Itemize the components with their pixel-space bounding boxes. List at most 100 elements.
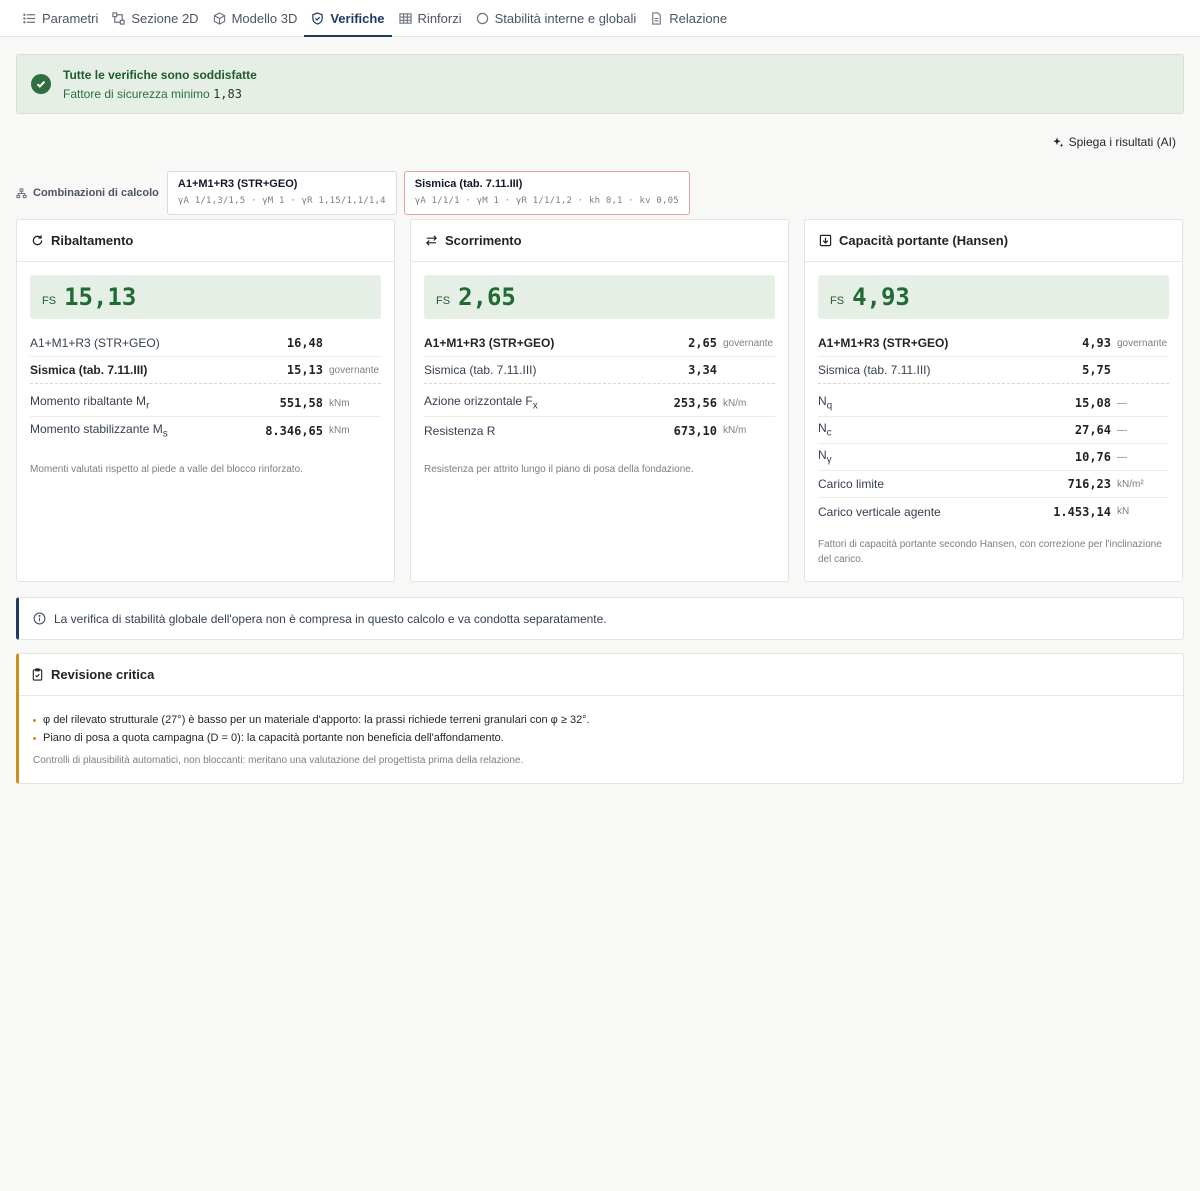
row-label-subscript: q [826,400,833,412]
tab-label: Sezione 2D [131,10,199,26]
result-row: Sismica (tab. 7.11.III) 3,34 [424,357,775,384]
rotate-icon [32,235,43,246]
row-unit: — [1117,451,1127,463]
list-icon [23,13,36,23]
fs-box: FS 4,93 [818,275,1169,319]
section-icon [112,11,126,25]
row-label-text: Momento ribaltante M [30,394,147,409]
verification-cards: Ribaltamento FS 15,13 A1+M1+R3 (STR+GEO)… [16,219,1184,582]
overturning-card: Ribaltamento FS 15,13 A1+M1+R3 (STR+GEO)… [16,219,395,582]
clipboard-check-icon [32,668,43,681]
row-label-subscript: r [146,400,150,412]
result-row: A1+M1+R3 (STR+GEO) 16,48 [30,330,381,357]
main-content: Tutte le verifiche sono soddisfatte Fatt… [0,37,1200,784]
tab-relazione[interactable]: Relazione [643,0,734,36]
row-label-subscript: γ [826,454,832,466]
result-row: Nc 27,64 — [818,417,1169,444]
governing-tag: governante [723,337,774,349]
ai-row: Spiega i risultati (AI) [16,114,1184,171]
row-label: Nc [818,421,1021,438]
row-label: Sismica (tab. 7.11.III) [30,363,148,377]
row-label: A1+M1+R3 (STR+GEO) [424,336,555,350]
explain-results-label: Spiega i risultati (AI) [1068,135,1176,149]
combinations-label: Combinazioni di calcolo [16,187,159,199]
card-note: Resistenza per attrito lungo il piano di… [424,464,694,475]
result-row: Azione orizzontale Fx 253,56 kN/m [424,390,775,417]
hierarchy-icon [16,187,27,198]
row-value: 5,75 [1082,363,1111,377]
card-note: Fattori di capacità portante secondo Han… [818,539,1162,565]
row-label-subscript: s [162,428,168,440]
explain-results-button[interactable]: Spiega i risultati (AI) [1052,134,1184,150]
review-item-text: Piano di posa a quota campagna (D = 0): … [43,732,504,744]
row-label: Nγ [818,448,1021,465]
row-unit: kN [1117,506,1130,517]
success-banner: Tutte le verifiche sono soddisfatte Fatt… [16,54,1184,114]
tab-label: Modello 3D [231,10,298,26]
row-value: 1.453,14 [1053,504,1111,519]
arrows-left-right-icon [426,235,437,246]
governing-tag: governante [1117,337,1168,349]
row-unit: kNm [329,397,350,409]
row-value: 2,65 [688,336,717,350]
combination-params: γA 1/1,3/1,5 · γM 1 · γR 1,15/1,1/1,4 [177,196,386,206]
info-icon [33,612,46,625]
row-value: 4,93 [1082,336,1111,350]
row-unit: kN/m² [1117,478,1144,490]
tab-stabilita[interactable]: Stabilità interne e globali [469,0,644,36]
result-row: Momento stabilizzante Ms 8.346,65 kNm [30,417,381,444]
row-value: 253,56 [673,396,717,410]
combination-a1m1r3[interactable]: A1+M1+R3 (STR+GEO) γA 1/1,3/1,5 · γM 1 ·… [166,171,397,215]
row-label-text: Momento stabilizzante M [30,421,163,436]
tab-parametri[interactable]: Parametri [16,0,105,36]
row-unit: kNm [329,425,350,436]
row-value: 27,64 [1074,423,1111,437]
row-label: Nq [818,394,1021,411]
fs-box: FS 15,13 [30,275,381,319]
tab-label: Relazione [669,10,728,26]
row-label: Momento ribaltante Mr [30,394,233,411]
tab-modello-3d[interactable]: Modello 3D [206,0,305,36]
row-unit: kN/m [723,397,747,409]
row-value: 673,10 [673,423,717,438]
tab-label: Verifiche [330,10,385,26]
row-label: Carico verticale agente [818,504,941,519]
card-title: Ribaltamento [51,233,134,248]
tab-sezione-2d[interactable]: Sezione 2D [105,0,205,36]
result-row: Resistenza R 673,10 kN/m [424,417,775,444]
row-label: Sismica (tab. 7.11.III) [818,363,931,377]
document-icon [652,11,662,25]
tab-rinforzi[interactable]: Rinforzi [392,0,469,36]
tab-label: Stabilità interne e globali [494,10,637,26]
review-title: Revisione critica [51,667,155,682]
fs-label: FS [436,295,451,307]
row-label: A1+M1+R3 (STR+GEO) [30,336,160,350]
shield-check-icon [312,11,324,25]
row-label-subscript: x [532,400,538,412]
row-label-text: N [818,421,827,436]
banner-subtitle-label: Fattore di sicurezza minimo [63,86,210,101]
fs-box: FS 2,65 [424,275,775,319]
review-item: φ del rilevato strutturale (27°) è basso… [33,711,1169,729]
combinations-bar: Combinazioni di calcolo A1+M1+R3 (STR+GE… [16,171,1184,215]
tab-verifiche[interactable]: Verifiche [304,0,392,37]
result-row: Sismica (tab. 7.11.III) 5,75 [818,357,1169,384]
combination-title: A1+M1+R3 (STR+GEO) [177,178,298,190]
sparkle-icon [1052,137,1063,148]
combination-sismica[interactable]: Sismica (tab. 7.11.III) γA 1/1/1 · γM 1 … [403,171,690,215]
card-title: Capacità portante (Hansen) [839,233,1009,248]
fs-label: FS [42,295,57,307]
review-item: Piano di posa a quota campagna (D = 0): … [33,729,1169,747]
result-row: Nq 15,08 — [818,390,1169,417]
row-label-text: N [818,394,827,409]
banner-subtitle: Fattore di sicurezza minimo 1,83 [63,87,257,101]
tab-bar: Parametri Sezione 2D Modello 3D Verifich… [0,0,1200,37]
card-header: Capacità portante (Hansen) [805,220,1182,262]
governing-tag: governante [329,364,380,376]
row-value: 8.346,65 [265,423,323,438]
row-label: Azione orizzontale Fx [424,394,627,411]
result-row: Carico verticale agente 1.453,14 kN [818,498,1169,525]
review-item-text: φ del rilevato strutturale (27°) è basso… [43,714,590,726]
row-label: A1+M1+R3 (STR+GEO) [818,336,949,350]
arrow-down-box-icon [819,234,832,247]
